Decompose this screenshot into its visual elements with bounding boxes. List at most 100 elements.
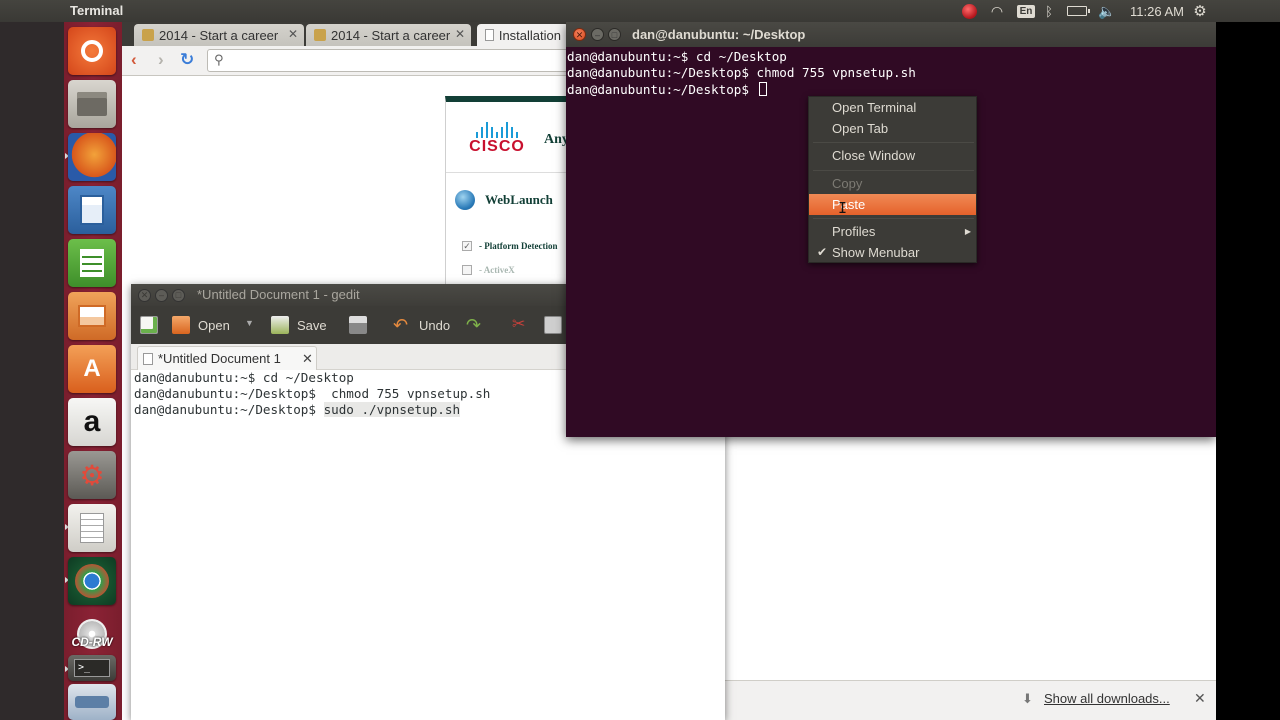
page-icon bbox=[485, 29, 494, 41]
document-tab-label: *Untitled Document 1 bbox=[158, 351, 281, 366]
menu-item-show-menubar[interactable]: ✔ Show Menubar bbox=[809, 242, 976, 263]
menu-item-paste[interactable]: Paste bbox=[809, 194, 976, 215]
maximize-icon[interactable]: □ bbox=[608, 28, 621, 41]
menu-item-label: Copy bbox=[832, 176, 863, 191]
menu-item-profiles[interactable]: Profiles ▶ bbox=[809, 221, 976, 242]
clock[interactable]: 11:26 AM bbox=[1127, 0, 1187, 22]
wifi-icon[interactable]: ◠ bbox=[987, 0, 1007, 22]
terminal-icon[interactable]: >_ bbox=[68, 655, 116, 681]
calc-icon[interactable] bbox=[68, 239, 116, 287]
close-icon[interactable]: ✕ bbox=[138, 289, 151, 302]
text-cursor bbox=[758, 81, 767, 96]
keyboard-layout-label: En bbox=[1016, 4, 1036, 18]
downloads-bar: ⬇ Show all downloads... ✕ bbox=[724, 680, 1216, 720]
menu-item-label: Open Terminal bbox=[832, 100, 917, 115]
menu-separator bbox=[813, 218, 974, 219]
drive-icon[interactable] bbox=[68, 684, 116, 720]
menu-item-label: Open Tab bbox=[832, 121, 889, 136]
open-label: Open bbox=[198, 317, 230, 333]
menu-item-label: Profiles bbox=[832, 224, 876, 239]
gedit-icon[interactable] bbox=[68, 504, 116, 552]
impress-icon[interactable] bbox=[68, 292, 116, 340]
active-app-title: Terminal bbox=[70, 3, 124, 18]
volume-icon[interactable]: 🔈 bbox=[1096, 0, 1118, 22]
chrome-icon[interactable] bbox=[68, 557, 116, 605]
checkmark-icon: ✔ bbox=[817, 245, 828, 259]
session-gear-icon[interactable]: ⚙ bbox=[1190, 0, 1210, 22]
menu-item-label: Close Window bbox=[832, 148, 916, 163]
terminal-context-menu: Open Terminal Open Tab Close Window Copy… bbox=[808, 96, 977, 263]
writer-icon[interactable] bbox=[68, 186, 116, 234]
cisco-wordmark: CISCO bbox=[469, 138, 525, 155]
menu-item-label: Show Menubar bbox=[832, 245, 920, 260]
download-arrow-icon: ⬇ bbox=[1022, 691, 1033, 706]
firefox-icon[interactable] bbox=[68, 133, 116, 181]
terminal-output[interactable]: dan@danubuntu:~$ cd ~/Desktop dan@danubun… bbox=[567, 49, 916, 98]
system-settings-icon[interactable]: ⚙ bbox=[68, 451, 116, 499]
bluetooth-icon[interactable]: ᛒ bbox=[1041, 0, 1057, 22]
indicator-red-icon[interactable] bbox=[959, 0, 979, 22]
browser-tab-label: 2014 - Start a career bbox=[159, 27, 279, 43]
save-icon bbox=[271, 316, 289, 334]
editor-line: dan@danubuntu:~/Desktop$ sudo ./vpnsetup… bbox=[134, 402, 490, 418]
amazon-icon[interactable]: a bbox=[68, 398, 116, 446]
close-icon[interactable]: ✕ bbox=[288, 27, 298, 41]
browser-tab-label: 2014 - Start a career bbox=[331, 27, 451, 43]
cut-button[interactable]: ✂ bbox=[512, 315, 538, 335]
terminal-line: dan@danubuntu:~$ cd ~/Desktop bbox=[567, 49, 787, 64]
menu-separator bbox=[813, 142, 974, 143]
ubuntu-dash-icon[interactable] bbox=[68, 27, 116, 75]
scissors-icon: ✂ bbox=[512, 316, 526, 333]
print-button[interactable] bbox=[349, 315, 375, 335]
favicon-icon bbox=[314, 29, 326, 41]
text-editor-area[interactable]: dan@danubuntu:~$ cd ~/Desktop dan@danubun… bbox=[134, 370, 490, 418]
platform-detection-label: - Platform Detection bbox=[479, 241, 558, 251]
menu-item-close-window[interactable]: Close Window bbox=[809, 145, 976, 166]
close-icon[interactable]: ✕ bbox=[1194, 690, 1206, 707]
platform-detection-checkbox: ✓ bbox=[462, 241, 472, 251]
new-document-icon bbox=[140, 316, 158, 334]
new-document-button[interactable] bbox=[140, 315, 166, 335]
files-icon[interactable] bbox=[68, 80, 116, 128]
back-arrow-icon[interactable]: ‹ bbox=[131, 50, 137, 70]
forward-arrow-icon[interactable]: › bbox=[158, 50, 164, 70]
browser-tab-2[interactable]: 2014 - Start a career ✕ bbox=[306, 24, 471, 46]
redo-button[interactable]: ↷ bbox=[466, 315, 492, 335]
menu-item-open-terminal[interactable]: Open Terminal bbox=[809, 97, 976, 118]
copy-icon bbox=[544, 316, 562, 334]
terminal-titlebar[interactable]: ✕ – □ dan@danubuntu: ~/Desktop bbox=[566, 22, 1216, 47]
reload-icon[interactable]: ↻ bbox=[180, 50, 194, 70]
activex-checkbox bbox=[462, 265, 472, 275]
cisco-bars-icon bbox=[462, 120, 532, 138]
undo-button[interactable]: ↶ Undo bbox=[393, 315, 450, 335]
menu-item-open-tab[interactable]: Open Tab bbox=[809, 118, 976, 139]
keyboard-layout-indicator[interactable]: En bbox=[1016, 0, 1036, 22]
undo-icon: ↶ bbox=[393, 315, 409, 335]
save-button[interactable]: Save bbox=[271, 315, 327, 335]
search-icon: ⚲ bbox=[214, 52, 224, 67]
mouse-ibeam-cursor-icon: I bbox=[838, 199, 848, 217]
minimize-icon[interactable]: – bbox=[591, 28, 604, 41]
open-dropdown-icon[interactable]: ▼ bbox=[245, 318, 254, 328]
close-icon[interactable]: ✕ bbox=[302, 351, 313, 367]
show-all-downloads-link[interactable]: Show all downloads... bbox=[1044, 691, 1170, 706]
software-center-icon[interactable]: A bbox=[68, 345, 116, 393]
menu-item-label: Paste bbox=[832, 197, 866, 212]
open-button[interactable]: Open bbox=[172, 315, 230, 335]
weblaunch-heading: WebLaunch bbox=[485, 192, 553, 207]
maximize-icon[interactable]: □ bbox=[172, 289, 185, 302]
folder-open-icon bbox=[172, 316, 190, 334]
cdrw-label: CD-RW bbox=[71, 635, 113, 649]
battery-icon[interactable] bbox=[1064, 0, 1090, 22]
browser-tab-1[interactable]: 2014 - Start a career ✕ bbox=[134, 24, 304, 46]
minimize-icon[interactable]: – bbox=[155, 289, 168, 302]
close-icon[interactable]: ✕ bbox=[455, 27, 465, 41]
document-tab[interactable]: *Untitled Document 1 ✕ bbox=[137, 346, 317, 370]
cdrw-icon[interactable]: CD-RW bbox=[68, 610, 116, 658]
window-title: dan@danubuntu: ~/Desktop bbox=[632, 27, 806, 42]
terminal-line: dan@danubuntu:~/Desktop$ chmod 755 vpnse… bbox=[567, 65, 916, 81]
submenu-arrow-icon: ▶ bbox=[964, 227, 971, 236]
launcher-background bbox=[0, 22, 64, 720]
browser-tab-3[interactable]: Installation bbox=[477, 24, 569, 46]
close-icon[interactable]: ✕ bbox=[573, 28, 586, 41]
